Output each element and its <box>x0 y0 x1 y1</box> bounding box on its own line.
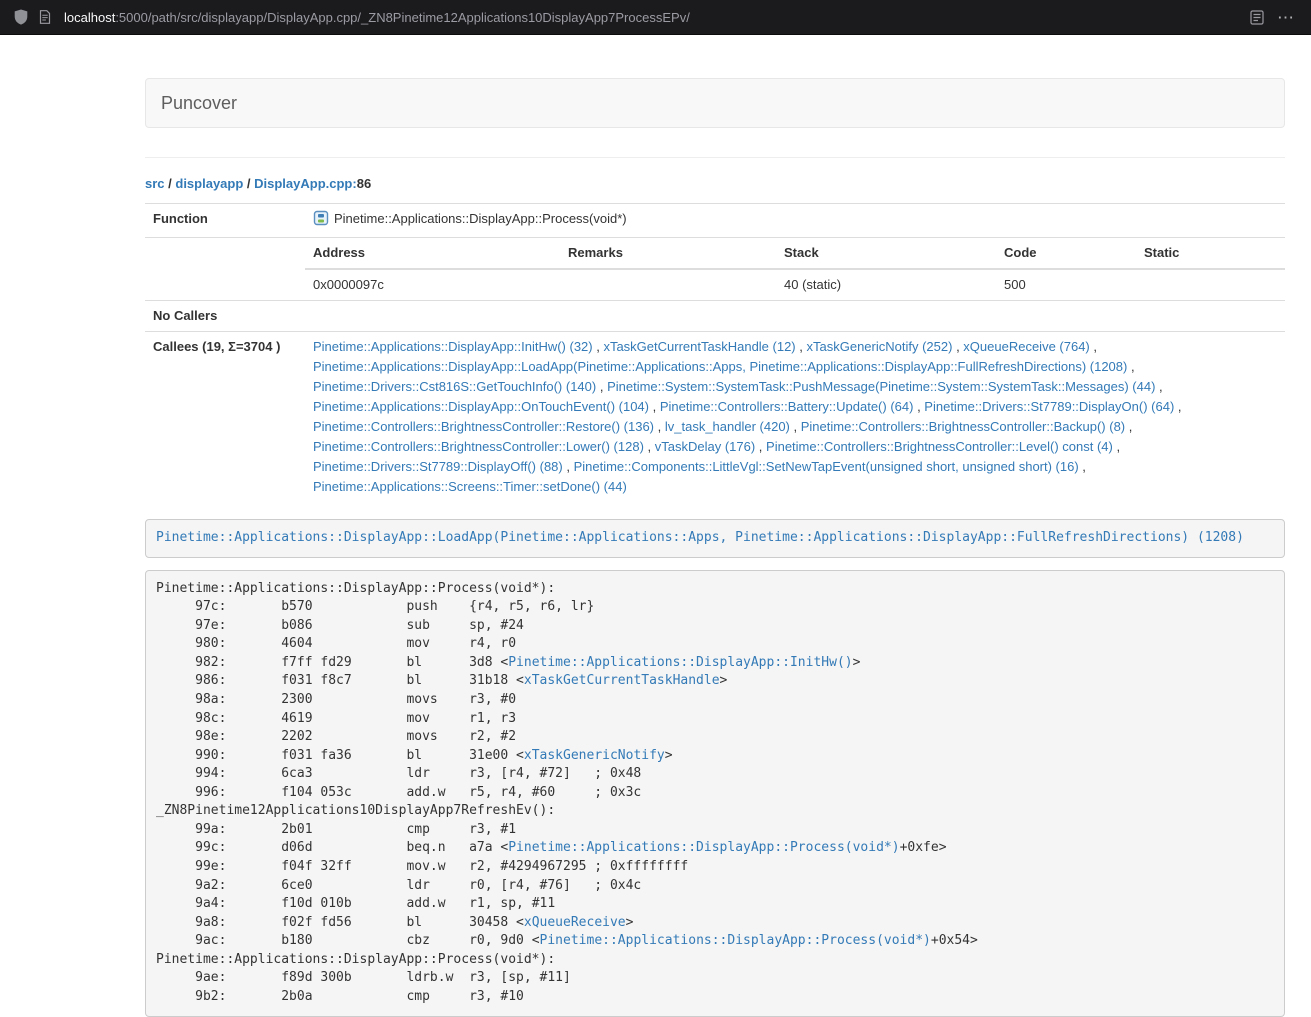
asm-symbol-link[interactable]: Pinetime::Applications::DisplayApp::Init… <box>508 655 852 670</box>
url-path: :5000/path/src/displayapp/DisplayApp.cpp… <box>115 10 690 25</box>
callee-link[interactable]: vTaskDelay (176) <box>655 439 755 454</box>
no-callers-label: No Callers <box>145 301 305 332</box>
asm-symbol-link[interactable]: Pinetime::Applications::DisplayApp::Proc… <box>508 840 899 855</box>
function-name-cell: Pinetime::Applications::DisplayApp::Proc… <box>305 204 1285 238</box>
url-bar[interactable]: localhost:5000/path/src/displayapp/Displ… <box>64 10 1239 25</box>
callee-link[interactable]: lv_task_handler (420) <box>665 419 790 434</box>
asm-symbol-link[interactable]: xTaskGetCurrentTaskHandle <box>524 673 720 688</box>
snippet-pre: Pinetime::Applications::DisplayApp::Load… <box>145 519 1285 558</box>
callee-link[interactable]: Pinetime::Drivers::St7789::DisplayOff() … <box>313 459 563 474</box>
callee-link[interactable]: Pinetime::Applications::Screens::Timer::… <box>313 479 627 494</box>
stats-row: AddressRemarksStackCodeStatic 0x0000097c… <box>145 238 1285 301</box>
stats-value: 40 (static) <box>776 269 996 300</box>
stats-cell: AddressRemarksStackCodeStatic 0x0000097c… <box>305 238 1285 301</box>
breadcrumb: src / displayapp / DisplayApp.cpp:86 <box>145 176 1285 191</box>
url-host: localhost <box>64 10 115 25</box>
breadcrumb-link[interactable]: DisplayApp.cpp: <box>254 176 357 191</box>
callee-link[interactable]: xTaskGenericNotify (252) <box>807 339 953 354</box>
function-table: Function Pinetime::Applications::Display… <box>145 203 1285 502</box>
stats-header-address: Address <box>305 238 560 269</box>
asm-symbol-link[interactable]: Pinetime::Applications::DisplayApp::Proc… <box>540 933 931 948</box>
function-row: Function Pinetime::Applications::Display… <box>145 204 1285 238</box>
callee-link[interactable]: Pinetime::Controllers::BrightnessControl… <box>313 439 644 454</box>
stats-value <box>1136 269 1285 300</box>
breadcrumb-link[interactable]: src <box>145 176 165 191</box>
page-icon[interactable] <box>39 10 51 24</box>
stats-value-row: 0x0000097c 40 (static)500 <box>305 269 1285 300</box>
overflow-menu-icon[interactable]: ⋯ <box>1275 9 1297 26</box>
asm-symbol-link[interactable]: xTaskGenericNotify <box>524 748 665 763</box>
disassembly-pre: Pinetime::Applications::DisplayApp::Proc… <box>145 570 1285 1017</box>
callee-link[interactable]: Pinetime::Controllers::Battery::Update()… <box>660 399 914 414</box>
stats-header-code: Code <box>996 238 1136 269</box>
stats-header-stack: Stack <box>776 238 996 269</box>
stats-value: 0x0000097c <box>305 269 560 300</box>
function-icon <box>313 210 329 232</box>
callee-link[interactable]: Pinetime::Controllers::BrightnessControl… <box>766 439 1113 454</box>
callee-link[interactable]: xTaskGetCurrentTaskHandle (12) <box>603 339 795 354</box>
callees-label: Callees (19, Σ=3704 ) <box>145 332 305 503</box>
callees-list: Pinetime::Applications::DisplayApp::Init… <box>305 332 1285 503</box>
stats-value: 500 <box>996 269 1136 300</box>
stats-header-remarks: Remarks <box>560 238 776 269</box>
app-title[interactable]: Puncover <box>161 93 237 114</box>
no-callers-row: No Callers <box>145 301 1285 332</box>
content: Puncover src / displayapp / DisplayApp.c… <box>130 78 1300 1017</box>
stats-value <box>560 269 776 300</box>
asm-symbol-link[interactable]: xQueueReceive <box>524 915 626 930</box>
shield-icon[interactable] <box>14 9 28 25</box>
callee-link[interactable]: xQueueReceive (764) <box>963 339 1089 354</box>
app-header: Puncover <box>145 78 1285 128</box>
callee-link[interactable]: Pinetime::Drivers::Cst816S::GetTouchInfo… <box>313 379 596 394</box>
callee-link[interactable]: Pinetime::Controllers::BrightnessControl… <box>313 419 654 434</box>
breadcrumb-link[interactable]: displayapp <box>175 176 243 191</box>
breadcrumb-line-number: 86 <box>357 176 371 191</box>
callee-link[interactable]: Pinetime::Applications::DisplayApp::Load… <box>313 359 1127 374</box>
divider <box>145 157 1285 158</box>
browser-toolbar: localhost:5000/path/src/displayapp/Displ… <box>0 0 1311 35</box>
no-callers-value <box>305 301 1285 332</box>
callee-link[interactable]: Pinetime::Components::LittleVgl::SetNewT… <box>574 459 1079 474</box>
callee-link[interactable]: Pinetime::System::SystemTask::PushMessag… <box>607 379 1155 394</box>
stats-row-label <box>145 238 305 301</box>
function-name: Pinetime::Applications::DisplayApp::Proc… <box>334 211 627 226</box>
stats-header-row: AddressRemarksStackCodeStatic <box>305 238 1285 269</box>
callees-row: Callees (19, Σ=3704 ) Pinetime::Applicat… <box>145 332 1285 503</box>
stats-table: AddressRemarksStackCodeStatic 0x0000097c… <box>305 238 1285 300</box>
function-label: Function <box>145 204 305 238</box>
callee-link[interactable]: Pinetime::Controllers::BrightnessControl… <box>801 419 1125 434</box>
callee-link[interactable]: Pinetime::Applications::DisplayApp::OnTo… <box>313 399 649 414</box>
snippet-link[interactable]: Pinetime::Applications::DisplayApp::Load… <box>156 530 1244 545</box>
callee-link[interactable]: Pinetime::Drivers::St7789::DisplayOn() (… <box>924 399 1174 414</box>
callee-link[interactable]: Pinetime::Applications::DisplayApp::Init… <box>313 339 593 354</box>
stats-header-static: Static <box>1136 238 1285 269</box>
reader-view-icon[interactable] <box>1250 10 1264 25</box>
